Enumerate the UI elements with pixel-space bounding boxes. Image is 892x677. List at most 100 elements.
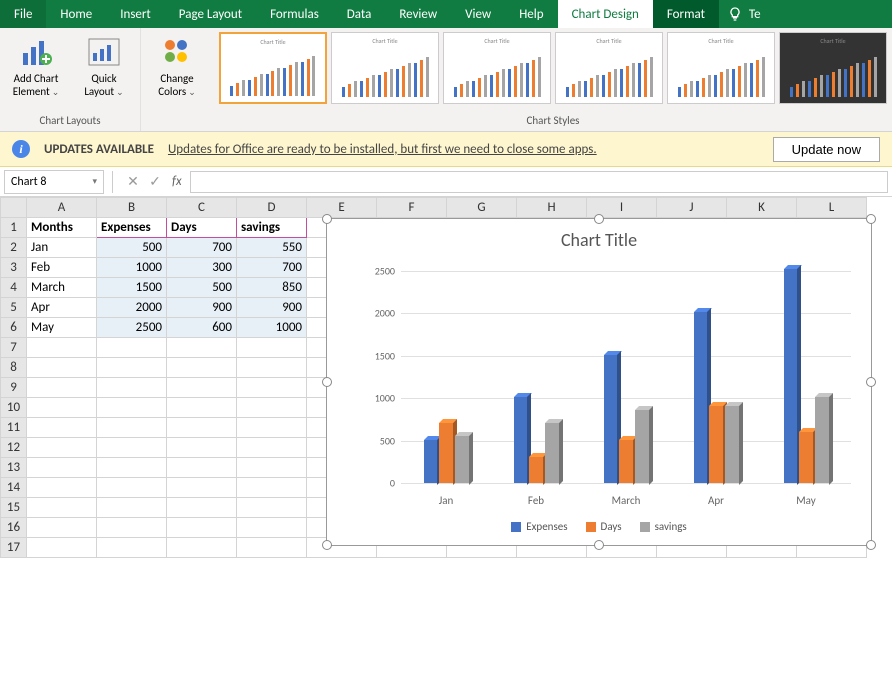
cell-B10[interactable] bbox=[97, 398, 167, 418]
enter-formula-button[interactable]: ✓ bbox=[144, 171, 166, 193]
cell-C15[interactable] bbox=[167, 498, 237, 518]
col-header-L[interactable]: L bbox=[797, 198, 867, 218]
cell-D4[interactable]: 850 bbox=[237, 278, 307, 298]
row-header-16[interactable]: 16 bbox=[1, 518, 27, 538]
row-header-13[interactable]: 13 bbox=[1, 458, 27, 478]
bar-savings-Jan[interactable] bbox=[455, 436, 469, 483]
col-header-A[interactable]: A bbox=[27, 198, 97, 218]
chart-handle-e[interactable] bbox=[866, 377, 876, 387]
cell-C5[interactable]: 900 bbox=[167, 298, 237, 318]
chart-title[interactable]: Chart Title bbox=[327, 229, 871, 251]
chart-handle-nw[interactable] bbox=[322, 214, 332, 224]
cell-D5[interactable]: 900 bbox=[237, 298, 307, 318]
cell-C17[interactable] bbox=[167, 538, 237, 558]
cancel-formula-button[interactable]: ✕ bbox=[122, 171, 144, 193]
row-header-2[interactable]: 2 bbox=[1, 238, 27, 258]
tab-review[interactable]: Review bbox=[385, 0, 451, 28]
add-chart-element-button[interactable]: Add Chart Element bbox=[6, 32, 66, 101]
chart-handle-se[interactable] bbox=[866, 540, 876, 550]
cell-D16[interactable] bbox=[237, 518, 307, 538]
chart-handle-ne[interactable] bbox=[866, 214, 876, 224]
legend-item-Days[interactable]: Days bbox=[586, 520, 622, 533]
chart-handle-w[interactable] bbox=[322, 377, 332, 387]
row-header-6[interactable]: 6 bbox=[1, 318, 27, 338]
row-header-17[interactable]: 17 bbox=[1, 538, 27, 558]
cell-D10[interactable] bbox=[237, 398, 307, 418]
tab-help[interactable]: Help bbox=[505, 0, 557, 28]
legend-item-Expenses[interactable]: Expenses bbox=[511, 520, 567, 533]
fx-label[interactable]: fx bbox=[172, 174, 182, 189]
col-header-J[interactable]: J bbox=[657, 198, 727, 218]
chart-handle-sw[interactable] bbox=[322, 540, 332, 550]
cell-B2[interactable]: 500 bbox=[97, 238, 167, 258]
cell-D11[interactable] bbox=[237, 418, 307, 438]
cell-A8[interactable] bbox=[27, 358, 97, 378]
cell-B13[interactable] bbox=[97, 458, 167, 478]
cell-B14[interactable] bbox=[97, 478, 167, 498]
bar-savings-Feb[interactable] bbox=[545, 423, 559, 483]
tab-home[interactable]: Home bbox=[46, 0, 106, 28]
cell-D15[interactable] bbox=[237, 498, 307, 518]
cell-D1[interactable]: savings bbox=[237, 218, 307, 238]
cell-A1[interactable]: Months bbox=[27, 218, 97, 238]
row-header-12[interactable]: 12 bbox=[1, 438, 27, 458]
bar-Expenses-Apr[interactable] bbox=[694, 312, 708, 483]
cell-D6[interactable]: 1000 bbox=[237, 318, 307, 338]
cell-A9[interactable] bbox=[27, 378, 97, 398]
cell-A4[interactable]: March bbox=[27, 278, 97, 298]
cell-B12[interactable] bbox=[97, 438, 167, 458]
select-all-corner[interactable] bbox=[1, 198, 27, 218]
col-header-F[interactable]: F bbox=[377, 198, 447, 218]
bar-savings-Apr[interactable] bbox=[725, 406, 739, 483]
cell-C13[interactable] bbox=[167, 458, 237, 478]
cell-C3[interactable]: 300 bbox=[167, 258, 237, 278]
col-header-H[interactable]: H bbox=[517, 198, 587, 218]
cell-A5[interactable]: Apr bbox=[27, 298, 97, 318]
cell-A14[interactable] bbox=[27, 478, 97, 498]
cell-C8[interactable] bbox=[167, 358, 237, 378]
col-header-G[interactable]: G bbox=[447, 198, 517, 218]
chart-style-5[interactable]: Chart Title bbox=[667, 32, 775, 104]
cell-B17[interactable] bbox=[97, 538, 167, 558]
cell-C11[interactable] bbox=[167, 418, 237, 438]
chart-style-2[interactable]: Chart Title bbox=[331, 32, 439, 104]
cell-D8[interactable] bbox=[237, 358, 307, 378]
bar-Days-March[interactable] bbox=[619, 440, 633, 483]
cell-A2[interactable]: Jan bbox=[27, 238, 97, 258]
cell-D17[interactable] bbox=[237, 538, 307, 558]
bar-savings-May[interactable] bbox=[815, 397, 829, 483]
cell-D14[interactable] bbox=[237, 478, 307, 498]
row-header-11[interactable]: 11 bbox=[1, 418, 27, 438]
chart-style-6[interactable]: Chart Title bbox=[779, 32, 887, 104]
updates-message[interactable]: Updates for Office are ready to be insta… bbox=[168, 142, 597, 157]
bar-Expenses-Jan[interactable] bbox=[424, 440, 438, 483]
cell-C10[interactable] bbox=[167, 398, 237, 418]
name-box[interactable]: Chart 8 ▾ bbox=[4, 170, 104, 194]
cell-B7[interactable] bbox=[97, 338, 167, 358]
bar-Expenses-March[interactable] bbox=[604, 355, 618, 483]
cell-A11[interactable] bbox=[27, 418, 97, 438]
cell-C9[interactable] bbox=[167, 378, 237, 398]
cell-A6[interactable]: May bbox=[27, 318, 97, 338]
cell-A7[interactable] bbox=[27, 338, 97, 358]
row-header-14[interactable]: 14 bbox=[1, 478, 27, 498]
tab-formulas[interactable]: Formulas bbox=[256, 0, 333, 28]
tab-format[interactable]: Format bbox=[653, 0, 719, 28]
cell-B16[interactable] bbox=[97, 518, 167, 538]
cell-D7[interactable] bbox=[237, 338, 307, 358]
cell-B1[interactable]: Expenses bbox=[97, 218, 167, 238]
row-header-1[interactable]: 1 bbox=[1, 218, 27, 238]
bar-Days-May[interactable] bbox=[799, 432, 813, 483]
cell-A12[interactable] bbox=[27, 438, 97, 458]
embedded-chart[interactable]: Chart Title 05001000150020002500 JanFebM… bbox=[326, 218, 872, 546]
cell-C6[interactable]: 600 bbox=[167, 318, 237, 338]
cell-A10[interactable] bbox=[27, 398, 97, 418]
cell-A15[interactable] bbox=[27, 498, 97, 518]
col-header-D[interactable]: D bbox=[237, 198, 307, 218]
tab-chart-design[interactable]: Chart Design bbox=[558, 0, 653, 28]
col-header-K[interactable]: K bbox=[727, 198, 797, 218]
chart-style-3[interactable]: Chart Title bbox=[443, 32, 551, 104]
row-header-5[interactable]: 5 bbox=[1, 298, 27, 318]
cell-C14[interactable] bbox=[167, 478, 237, 498]
row-header-3[interactable]: 3 bbox=[1, 258, 27, 278]
